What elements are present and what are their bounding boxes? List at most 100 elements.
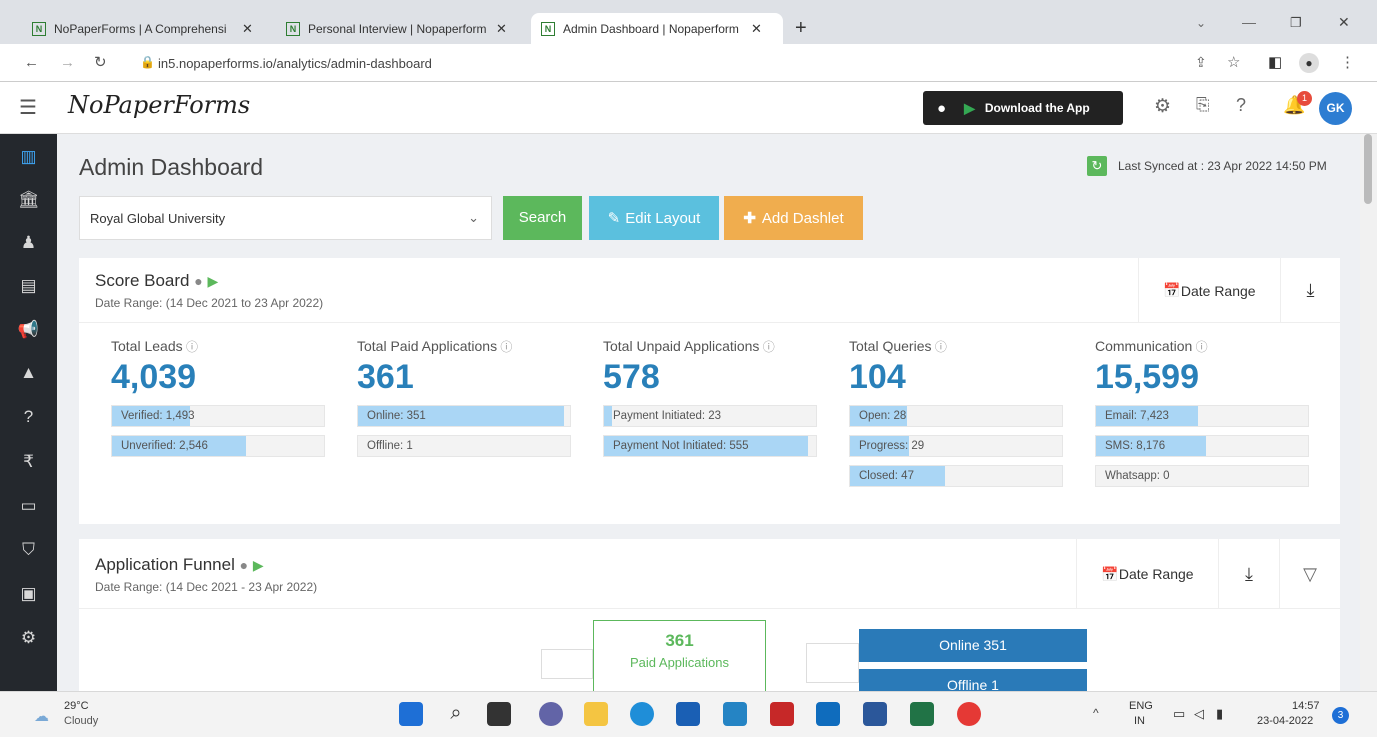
institute-icon[interactable]: 🏛 <box>0 190 57 210</box>
sync-icon[interactable]: ↻ <box>1087 156 1107 176</box>
user-icon[interactable]: ♟ <box>0 233 57 253</box>
window-icon[interactable]: ▭ <box>0 496 57 516</box>
windows-start-icon[interactable] <box>399 702 423 726</box>
form-icon[interactable]: ▤ <box>0 276 57 296</box>
hamburger-icon[interactable]: ☰ <box>19 95 37 120</box>
profile-icon[interactable]: ● <box>1299 53 1319 73</box>
share-icon[interactable]: ⇪ <box>1195 54 1207 71</box>
search-button[interactable]: Search <box>503 196 582 240</box>
outlook-icon[interactable] <box>816 702 840 726</box>
analytics-icon[interactable]: ▲ <box>0 363 57 383</box>
metric-bar[interactable]: Closed: 47 <box>849 465 1063 487</box>
download-app-button[interactable]: ● ▶ Download the App <box>923 91 1123 125</box>
help-icon[interactable]: ⓘ <box>759 340 775 354</box>
filter-icon[interactable]: ▽ <box>1279 539 1340 609</box>
play-icon[interactable]: ▶ <box>207 273 218 289</box>
word-icon[interactable] <box>863 702 887 726</box>
notification-badge[interactable]: 3 <box>1332 707 1349 724</box>
metric-bar[interactable]: Whatsapp: 0 <box>1095 465 1309 487</box>
help-icon[interactable]: ⓘ <box>1192 340 1208 354</box>
play-icon[interactable]: ▶ <box>253 557 264 573</box>
clock-time[interactable]: 14:57 <box>1292 700 1320 712</box>
id-card-icon[interactable]: ▣ <box>0 584 57 604</box>
gear-icon[interactable]: ⚙ <box>1154 95 1171 118</box>
add-dashlet-button[interactable]: ✚ Add Dashlet <box>724 196 863 240</box>
file-explorer-icon[interactable] <box>584 702 608 726</box>
metric-bar[interactable]: Offline: 1 <box>357 435 571 457</box>
network-icon[interactable]: ▭ <box>1173 706 1185 722</box>
back-icon[interactable]: ← <box>24 54 39 71</box>
payment-icon[interactable]: ₹ <box>0 452 57 472</box>
weather-label[interactable]: Cloudy <box>64 715 98 727</box>
close-icon[interactable]: ✕ <box>751 21 762 37</box>
volume-icon[interactable]: ◁ <box>1194 706 1204 722</box>
university-select[interactable]: Royal Global University ⌄ <box>79 196 492 240</box>
search-icon[interactable]: ⌕ <box>444 702 468 726</box>
metric-bar[interactable]: SMS: 8,176 <box>1095 435 1309 457</box>
download-icon[interactable]: ⤓ <box>1218 539 1279 609</box>
shield-icon[interactable]: ⛉ <box>0 540 57 560</box>
browser-tab-3[interactable]: N Admin Dashboard | Nopaperform ✕ <box>531 13 783 44</box>
logo[interactable]: NoPaperForms <box>68 91 250 119</box>
weather-temp[interactable]: 29°C <box>64 700 89 712</box>
minimize-icon[interactable]: — <box>1242 14 1256 30</box>
menu-kebab-icon[interactable]: ⋮ <box>1340 53 1355 71</box>
offline-node[interactable]: Offline 1 <box>859 669 1087 691</box>
metric-bar[interactable]: Payment Initiated: 23 <box>603 405 817 427</box>
info-icon[interactable]: ● <box>194 273 202 289</box>
question-icon[interactable]: ? <box>0 407 57 427</box>
info-icon[interactable]: ● <box>240 557 248 573</box>
date-range-button[interactable]: 📅 Date Range <box>1076 539 1218 609</box>
date-range-button[interactable]: 📅 Date Range <box>1138 258 1280 323</box>
close-icon[interactable]: ✕ <box>496 21 507 37</box>
metric-bar[interactable]: Open: 28 <box>849 405 1063 427</box>
excel-icon[interactable] <box>910 702 934 726</box>
browser-tab-2[interactable]: N Personal Interview | Nopaperform ✕ <box>276 13 526 44</box>
sidepanel-icon[interactable]: ◧ <box>1268 53 1282 71</box>
close-icon[interactable]: ✕ <box>242 21 253 37</box>
megaphone-icon[interactable]: 📢 <box>0 320 57 340</box>
online-node[interactable]: Online 351 <box>859 629 1087 662</box>
chevron-up-icon[interactable]: ^ <box>1093 706 1099 720</box>
forward-icon[interactable]: → <box>60 54 75 71</box>
browser-tab-1[interactable]: N NoPaperForms | A Comprehensi ✕ <box>22 13 272 44</box>
help-icon[interactable]: ? <box>1236 95 1246 116</box>
paid-applications-node[interactable]: 361 Paid Applications <box>593 620 766 691</box>
help-icon[interactable]: ⓘ <box>497 340 512 354</box>
store-icon[interactable] <box>676 702 700 726</box>
help-icon[interactable]: ⓘ <box>183 340 198 354</box>
reload-icon[interactable]: ↻ <box>94 53 107 71</box>
avatar[interactable]: GK <box>1319 92 1352 125</box>
metric-bar[interactable]: Progress: 29 <box>849 435 1063 457</box>
download-icon[interactable]: ⤓ <box>1280 258 1340 323</box>
new-tab-icon[interactable]: + <box>795 17 807 40</box>
metric-bar[interactable]: Online: 351 <box>357 405 571 427</box>
chevron-down-icon[interactable]: ⌄ <box>1196 16 1206 30</box>
window-close-icon[interactable]: ✕ <box>1338 14 1350 31</box>
maximize-icon[interactable]: ❐ <box>1290 15 1302 31</box>
dashboard-icon[interactable]: ▥ <box>0 147 57 167</box>
metric-bar[interactable]: Email: 7,423 <box>1095 405 1309 427</box>
edit-layout-button[interactable]: ✎ Edit Layout <box>589 196 719 240</box>
scrollbar-thumb[interactable] <box>1364 134 1372 204</box>
battery-icon[interactable]: ▮ <box>1216 706 1223 722</box>
clock-date[interactable]: 23-04-2022 <box>1257 715 1313 727</box>
metric-bar[interactable]: Payment Not Initiated: 555 <box>603 435 817 457</box>
chrome-icon[interactable] <box>957 702 981 726</box>
metric-bar[interactable]: Verified: 1,493 <box>111 405 325 427</box>
help-icon[interactable]: ⓘ <box>931 340 947 354</box>
chat-icon[interactable] <box>539 702 563 726</box>
export-icon[interactable]: ⎘ <box>1196 95 1210 115</box>
mcafee-icon[interactable] <box>770 702 794 726</box>
edge-icon[interactable] <box>630 702 654 726</box>
lang-1[interactable]: ENG <box>1129 700 1153 712</box>
url-field[interactable]: in5.nopaperforms.io/analytics/admin-dash… <box>158 56 432 71</box>
app-icon[interactable] <box>723 702 747 726</box>
star-icon[interactable]: ☆ <box>1227 53 1240 71</box>
task-view-icon[interactable] <box>487 702 511 726</box>
lang-2[interactable]: IN <box>1134 715 1145 727</box>
scrollbar[interactable] <box>1360 134 1377 691</box>
lock-icon[interactable]: 🔒 <box>140 55 155 69</box>
settings-icon[interactable]: ⚙ <box>0 628 57 648</box>
metric-bar[interactable]: Unverified: 2,546 <box>111 435 325 457</box>
